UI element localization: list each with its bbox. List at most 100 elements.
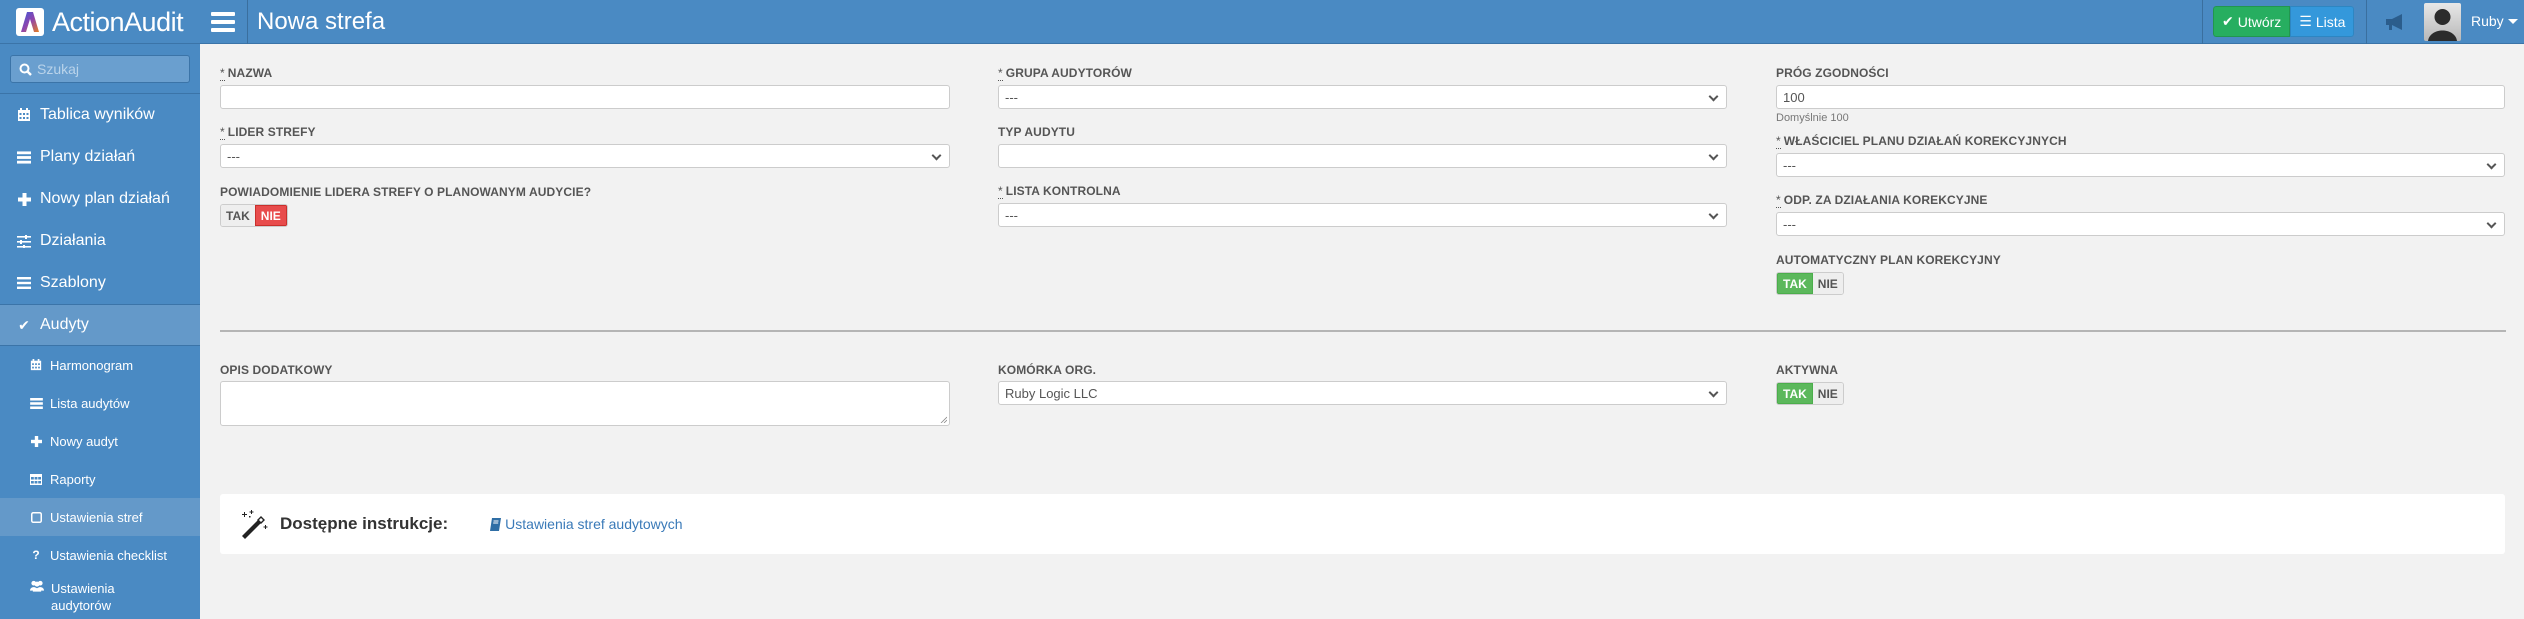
compliance-threshold-input[interactable] xyxy=(1776,85,2505,109)
org-unit-label: KOMÓRKA ORG. xyxy=(998,363,1097,377)
sidebar-item-label: Działania xyxy=(40,232,106,249)
checklist-select[interactable]: --- xyxy=(998,203,1727,227)
name-input[interactable] xyxy=(220,85,950,109)
sidebar: Tablica wyników Plany działań Nowy plan … xyxy=(0,44,200,619)
instruction-link-label: Ustawienia stref audytowych xyxy=(505,516,683,532)
sidebar-subitem-schedule[interactable]: Harmonogram xyxy=(0,346,200,384)
user-menu[interactable]: Ruby xyxy=(2471,13,2518,29)
compliance-threshold-label: PRÓG ZGODNOŚCI xyxy=(1776,66,1889,80)
app-logo[interactable]: ActionAudit xyxy=(16,6,184,37)
notify-leader-yes-button[interactable]: TAK xyxy=(221,205,255,226)
description-label: OPIS DODATKOWY xyxy=(220,363,333,377)
search-icon xyxy=(19,63,32,76)
sidebar-item-scoreboard[interactable]: Tablica wyników xyxy=(0,94,200,136)
compliance-threshold-help: Domyślnie 100 xyxy=(1776,112,1849,124)
sidebar-item-label: Szablony xyxy=(40,274,106,291)
sidebar-subitem-zone-settings[interactable]: Ustawienia stref xyxy=(0,498,200,536)
plus-icon xyxy=(17,192,31,206)
plus-icon xyxy=(29,435,43,447)
square-icon xyxy=(29,511,43,523)
active-yes-button[interactable]: TAK xyxy=(1777,383,1813,404)
auditor-group-label: * GRUPA AUDYTORÓW xyxy=(998,66,1132,81)
auto-corrective-plan-no-button[interactable]: NIE xyxy=(1812,273,1843,294)
required-mark: * xyxy=(1776,134,1781,149)
sidebar-item-label: Plany działań xyxy=(40,148,136,165)
notify-leader-toggle: TAK NIE xyxy=(220,204,288,227)
sidebar-item-new-action-plan[interactable]: Nowy plan działań xyxy=(0,178,200,220)
sidebar-item-label: Audyty xyxy=(40,316,89,333)
megaphone-icon[interactable] xyxy=(2384,13,2406,31)
required-mark: * xyxy=(998,66,1003,81)
list-button-label: Lista xyxy=(2315,13,2346,30)
sidebar-search[interactable] xyxy=(10,55,190,83)
instruction-link[interactable]: Ustawienia stref audytowych xyxy=(490,516,683,532)
zone-leader-label: * LIDER STREFY xyxy=(220,125,316,140)
checklist-label: * LISTA KONTROLNA xyxy=(998,184,1121,199)
create-button-label: Utwórz xyxy=(2237,13,2282,30)
resize-handle-icon[interactable] xyxy=(940,416,947,423)
logo-mark-icon xyxy=(16,8,44,36)
instructions-title: Dostępne instrukcje: xyxy=(280,514,449,533)
hamburger-icon[interactable] xyxy=(211,12,235,32)
caret-down-icon xyxy=(2507,18,2518,24)
sliders-icon xyxy=(17,234,31,248)
calendar-icon xyxy=(17,108,31,122)
sidebar-subitem-label: Ustawienia stref xyxy=(50,509,143,525)
audit-type-select[interactable] xyxy=(998,144,1727,168)
sidebar-subitem-reports[interactable]: Raporty xyxy=(0,460,200,498)
book-icon xyxy=(490,517,502,531)
required-mark: * xyxy=(220,125,225,140)
active-label: AKTYWNA xyxy=(1776,363,1839,377)
sidebar-subitem-checklist-settings[interactable]: ? Ustawienia checklist xyxy=(0,536,200,574)
active-toggle: TAK NIE xyxy=(1776,382,1844,405)
sidebar-subitem-label: Harmonogram xyxy=(50,357,134,373)
corrective-plan-owner-select[interactable]: --- xyxy=(1776,153,2505,177)
description-textarea[interactable] xyxy=(220,381,950,426)
name-label: * NAZWA xyxy=(220,66,273,81)
section-divider xyxy=(220,330,2506,332)
sidebar-subitem-label: Lista audytów xyxy=(50,395,130,411)
list-button[interactable]: ☰ Lista xyxy=(2290,6,2355,37)
corrective-responsible-select[interactable]: --- xyxy=(1776,212,2505,236)
org-unit-select[interactable]: Ruby Logic LLC xyxy=(998,381,1727,405)
active-no-button[interactable]: NIE xyxy=(1812,383,1843,404)
notify-leader-no-button[interactable]: NIE xyxy=(254,205,287,226)
corrective-plan-owner-label: * WŁAŚCICIEL PLANU DZIAŁAŃ KOREKCYJNYCH xyxy=(1776,134,2067,149)
app-name: ActionAudit xyxy=(52,6,184,37)
zone-leader-select[interactable]: --- xyxy=(220,144,950,168)
auditor-group-select[interactable]: --- xyxy=(998,85,1727,109)
sidebar-nav: Tablica wyników Plany działań Nowy plan … xyxy=(0,94,200,613)
sidebar-item-audits[interactable]: ✔ Audyty xyxy=(0,304,200,346)
list-icon: ☰ xyxy=(2299,13,2312,29)
corrective-responsible-label: * ODP. ZA DZIAŁANIA KOREKCYJNE xyxy=(1776,193,1988,208)
auto-corrective-plan-toggle: TAK NIE xyxy=(1776,272,1844,295)
create-button[interactable]: ✔ Utwórz xyxy=(2213,6,2291,37)
sidebar-subitem-new-audit[interactable]: Nowy audyt xyxy=(0,422,200,460)
user-avatar[interactable] xyxy=(2424,3,2461,41)
auto-corrective-plan-yes-button[interactable]: TAK xyxy=(1777,273,1813,294)
sidebar-subitem-label: Ustawienia checklist xyxy=(50,547,168,563)
users-icon xyxy=(30,580,44,592)
sidebar-subitem-label: Raporty xyxy=(50,471,96,487)
page-title: Nowa strefa xyxy=(257,8,386,35)
sidebar-item-label: Nowy plan działań xyxy=(40,190,170,207)
sidebar-item-label: Tablica wyników xyxy=(40,106,155,123)
top-navbar: ActionAudit Nowa strefa ✔ Utwórz ☰ Lista… xyxy=(0,0,2524,44)
header-divider xyxy=(2202,0,2203,44)
instructions-panel: Dostępne instrukcje: Ustawienia stref au… xyxy=(220,494,2505,554)
table-icon xyxy=(29,473,43,485)
sidebar-subitem-audit-list[interactable]: Lista audytów xyxy=(0,384,200,422)
sidebar-subitem-auditor-settings[interactable]: Ustawienia audytorów xyxy=(0,574,200,613)
required-mark: * xyxy=(1776,193,1781,208)
sidebar-item-actions[interactable]: Działania xyxy=(0,220,200,262)
notify-leader-label: POWIADOMIENIE LIDERA STREFY O PLANOWANYM… xyxy=(220,185,592,199)
sidebar-item-templates[interactable]: Szablony xyxy=(0,262,200,304)
sidebar-item-action-plans[interactable]: Plany działań xyxy=(0,136,200,178)
list-alt-icon xyxy=(29,397,43,409)
auto-corrective-plan-label: AUTOMATYCZNY PLAN KOREKCYJNY xyxy=(1776,253,2001,267)
list-alt-icon xyxy=(17,150,31,164)
search-input[interactable] xyxy=(37,61,177,77)
audit-type-label: TYP AUDYTU xyxy=(998,125,1076,139)
header-divider xyxy=(247,0,248,44)
magic-wand-icon xyxy=(238,509,268,539)
